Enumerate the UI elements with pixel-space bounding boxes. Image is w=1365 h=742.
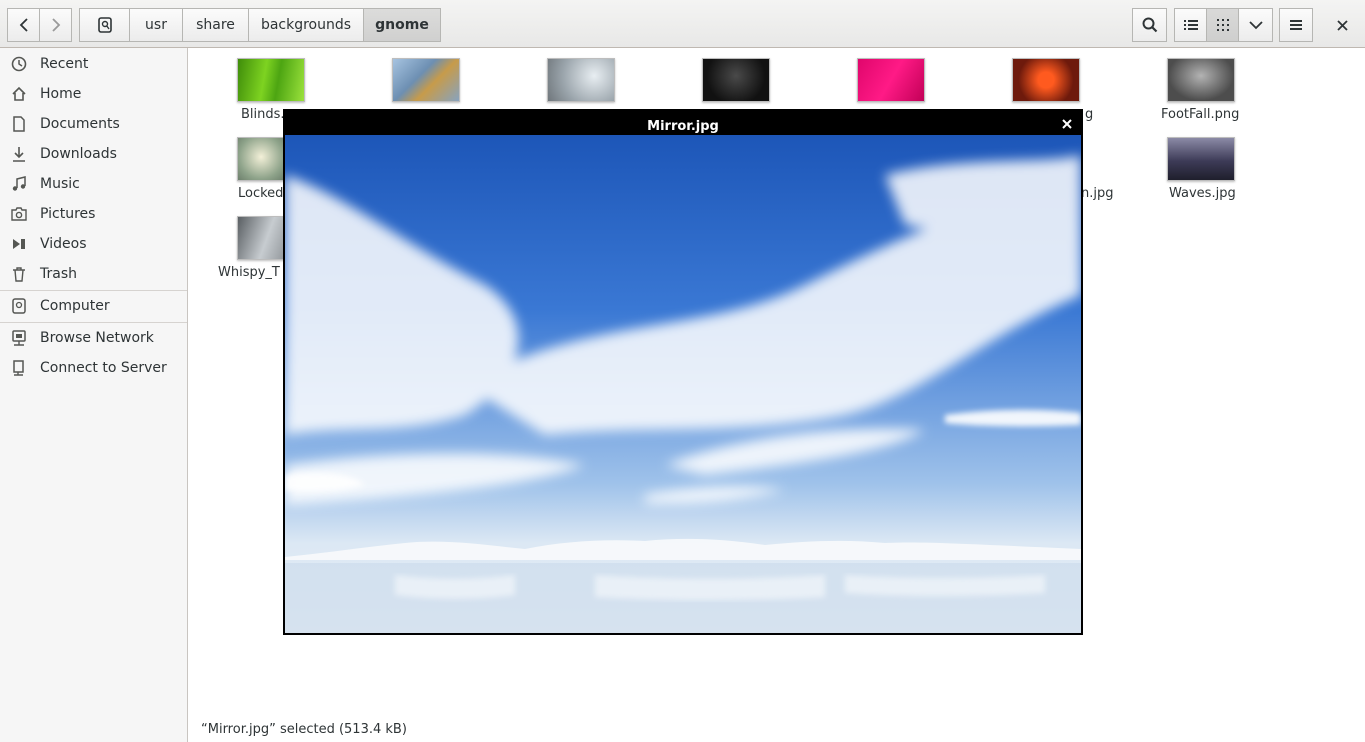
grid-view-button[interactable] (1206, 8, 1239, 42)
sidebar-item-label: Trash (40, 266, 77, 282)
sidebar-item-label: Home (40, 86, 82, 102)
location-toggle-button[interactable] (79, 8, 130, 42)
trash-icon (11, 266, 27, 282)
window-close-button[interactable] (1330, 14, 1354, 36)
file-name-blinds: Blinds. (241, 107, 285, 122)
sidebar-item-label: Connect to Server (40, 360, 167, 376)
breadcrumb-share[interactable]: share (182, 8, 249, 42)
list-view-button[interactable] (1174, 8, 1207, 42)
download-icon (11, 146, 27, 162)
preview-image (285, 135, 1081, 633)
music-icon (11, 176, 27, 192)
file-name-waves: Waves.jpg (1169, 186, 1236, 201)
file-thumbnail-6[interactable] (1012, 58, 1080, 102)
sidebar-item-home[interactable]: Home (0, 79, 187, 109)
computer-icon (11, 298, 27, 314)
clock-icon (11, 56, 27, 72)
view-options-button[interactable] (1238, 8, 1273, 42)
status-bar-text: “Mirror.jpg” selected (513.4 kB) (201, 722, 407, 737)
back-button[interactable] (7, 8, 40, 42)
file-thumbnail-5[interactable] (857, 58, 925, 102)
file-thumbnail-blinds[interactable] (237, 58, 305, 102)
sidebar-item-label: Videos (40, 236, 87, 252)
header-bar: usr share backgrounds gnome (0, 0, 1365, 48)
file-name-partial-row2: n.jpg (1081, 186, 1114, 201)
sidebar-item-videos[interactable]: Videos (0, 229, 187, 259)
camera-icon (11, 206, 27, 222)
sidebar-item-downloads[interactable]: Downloads (0, 139, 187, 169)
sidebar-item-label: Browse Network (40, 330, 154, 346)
sidebar-item-label: Downloads (40, 146, 117, 162)
sidebar-item-trash[interactable]: Trash (0, 259, 187, 289)
menu-button[interactable] (1279, 8, 1313, 42)
document-icon (11, 116, 27, 132)
preview-title: Mirror.jpg (647, 119, 719, 134)
forward-button[interactable] (39, 8, 72, 42)
server-icon (11, 360, 27, 376)
breadcrumb-gnome[interactable]: gnome (363, 8, 441, 42)
sidebar-item-pictures[interactable]: Pictures (0, 199, 187, 229)
close-icon (1062, 119, 1072, 129)
file-name-footfall: FootFall.png (1161, 107, 1240, 122)
sidebar-item-browse-network[interactable]: Browse Network (0, 323, 187, 353)
search-button[interactable] (1132, 8, 1167, 42)
drive-icon (97, 17, 112, 33)
file-thumbnail-4[interactable] (702, 58, 770, 102)
chevron-left-icon (19, 18, 28, 32)
file-name-whispy: Whispy_T (218, 265, 280, 280)
sidebar-item-connect-server[interactable]: Connect to Server (0, 353, 187, 383)
image-preview-window: Mirror.jpg (283, 109, 1083, 635)
close-icon (1336, 19, 1348, 31)
network-icon (11, 330, 27, 346)
file-thumbnail-waves[interactable] (1167, 137, 1235, 181)
video-icon (11, 236, 27, 252)
file-thumbnail-2[interactable] (392, 58, 460, 102)
sidebar-item-music[interactable]: Music (0, 169, 187, 199)
grid-view-icon (1216, 19, 1229, 31)
chevron-right-icon (51, 18, 60, 32)
chevron-down-icon (1248, 21, 1263, 30)
sidebar-item-recent[interactable]: Recent (0, 49, 187, 79)
sidebar-item-computer[interactable]: Computer (0, 291, 187, 321)
file-name-locked: Locked (238, 186, 284, 201)
file-thumbnail-footfall[interactable] (1167, 58, 1235, 102)
breadcrumb-backgrounds[interactable]: backgrounds (248, 8, 364, 42)
file-name-partial-row1: g (1085, 107, 1094, 122)
sidebar-item-documents[interactable]: Documents (0, 109, 187, 139)
hamburger-icon (1290, 20, 1302, 30)
sidebar: Recent Home Documents Downloads Music Pi… (0, 48, 188, 742)
sidebar-item-label: Recent (40, 56, 89, 72)
search-icon (1142, 17, 1157, 33)
file-thumbnail-3[interactable] (547, 58, 615, 102)
sidebar-item-label: Pictures (40, 206, 96, 222)
sidebar-item-label: Documents (40, 116, 120, 132)
list-view-icon (1183, 20, 1198, 30)
preview-close-button[interactable] (1061, 115, 1077, 131)
sidebar-item-label: Music (40, 176, 80, 192)
sidebar-item-label: Computer (40, 298, 110, 314)
home-icon (11, 86, 27, 102)
breadcrumb-usr[interactable]: usr (129, 8, 183, 42)
